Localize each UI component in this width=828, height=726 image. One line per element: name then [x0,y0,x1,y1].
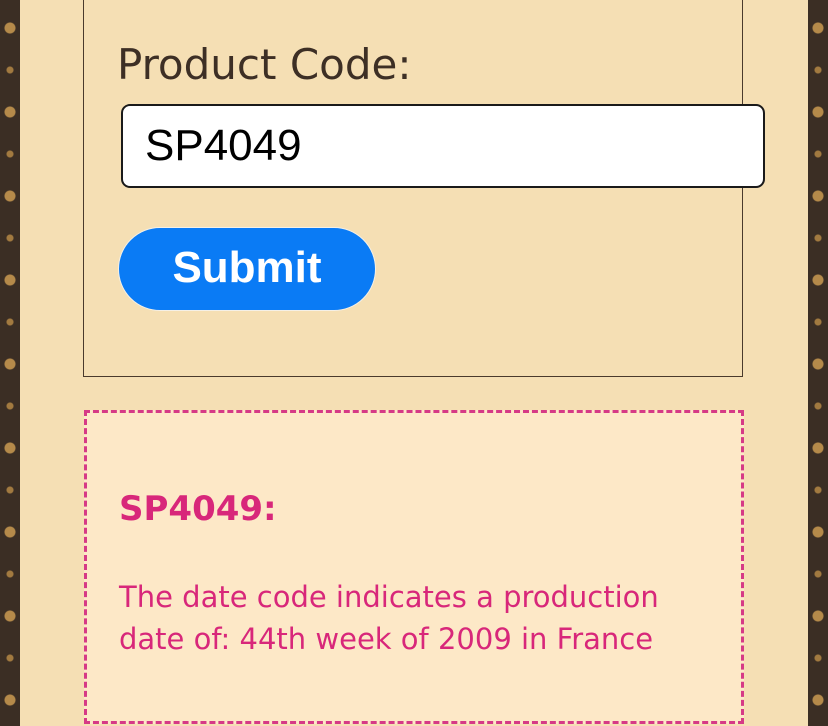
submit-button[interactable]: Submit [118,227,376,311]
decorative-pattern-right [808,0,828,726]
result-panel [84,410,744,724]
result-message: The date code indicates a production dat… [119,580,659,656]
product-code-label: Product Code: [117,40,412,89]
result-code-title: SP4049: [119,489,277,529]
perforated-edge-left [20,0,26,726]
product-code-input[interactable] [121,104,765,188]
decorative-pattern-left [0,0,20,726]
perforated-edge-right [802,0,808,726]
